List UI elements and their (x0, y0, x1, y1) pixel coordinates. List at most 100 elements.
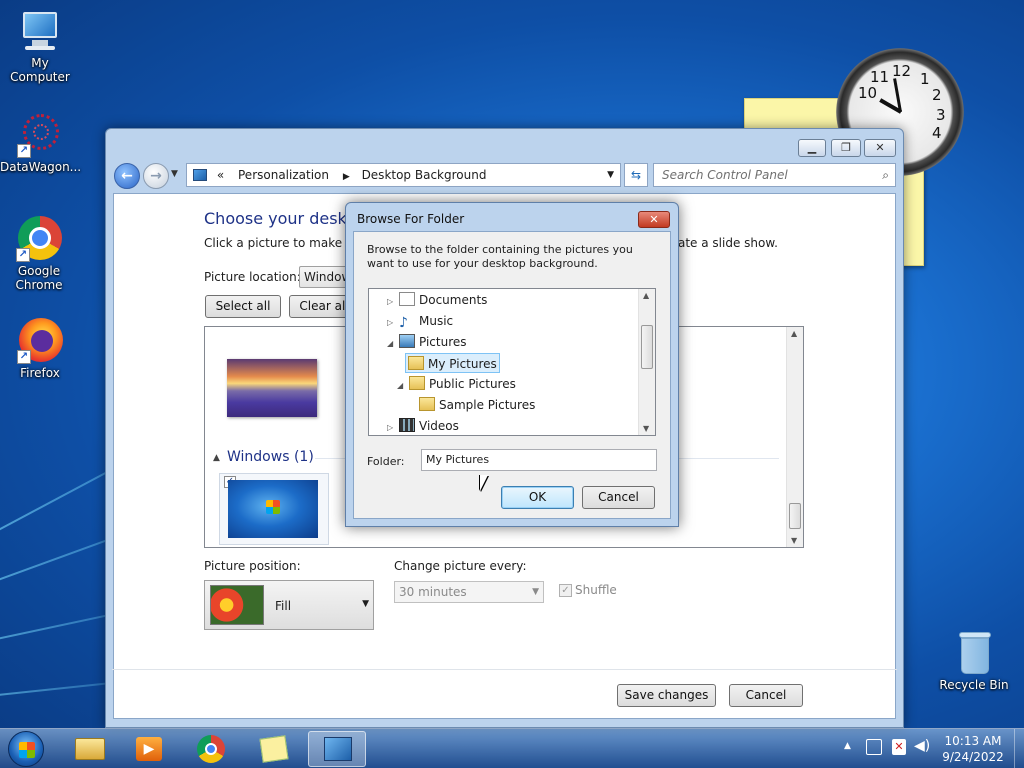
taskbar-chrome[interactable] (182, 731, 240, 767)
videos-icon (399, 418, 415, 432)
volume-icon[interactable]: ◀) (914, 738, 930, 754)
taskbar-sticky-notes[interactable] (245, 731, 303, 767)
desktop-icon-firefox[interactable]: ↗ Firefox (0, 318, 80, 380)
tree-item-sample-pictures[interactable]: Sample Pictures (419, 395, 535, 415)
collapse-arrow-icon[interactable]: ◢ (397, 376, 409, 396)
folder-icon (75, 738, 105, 760)
wallpaper-tile-windows[interactable]: ✓ (219, 473, 329, 545)
breadcrumb-personalization[interactable]: Personalization (238, 168, 329, 182)
desktop-icon-label: DataWagon... (0, 160, 82, 174)
gallery-scrollbar[interactable]: ▲ ▼ (786, 327, 803, 547)
save-changes-button[interactable]: Save changes (617, 684, 716, 707)
desktop-icon-recycle-bin[interactable]: Recycle Bin (934, 630, 1014, 692)
dialog-close-button[interactable]: ✕ (638, 211, 670, 228)
firefox-icon: ↗ (17, 318, 63, 364)
search-input[interactable]: Search Control Panel ⌕ (653, 163, 896, 187)
action-center-warning-icon[interactable]: ✕ (892, 739, 906, 755)
tree-item-label: Public Pictures (429, 377, 516, 391)
search-icon[interactable]: ⌕ (882, 164, 889, 186)
desktop-icon-label: Google Chrome (15, 264, 63, 292)
clock-number: 4 (932, 124, 942, 142)
recycle-bin-icon (951, 630, 997, 676)
folder-icon (419, 397, 435, 411)
tree-item-documents[interactable]: ▷ Documents (387, 290, 487, 310)
breadcrumb-desktop-background[interactable]: Desktop Background (362, 168, 487, 182)
collapse-arrow-icon[interactable]: ◢ (387, 334, 399, 354)
tree-item-my-pictures[interactable]: My Pictures (405, 353, 500, 373)
start-button[interactable] (8, 731, 44, 767)
folder-input[interactable]: My Pictures (421, 449, 657, 471)
dialog-cancel-button[interactable]: Cancel (582, 486, 655, 509)
recent-pages-chevron-icon[interactable]: ▼ (171, 169, 178, 179)
network-icon[interactable] (866, 739, 882, 755)
tree-item-videos[interactable]: ▷ Videos (387, 416, 459, 435)
folder-icon (409, 376, 425, 390)
show-desktop-button[interactable] (1014, 729, 1024, 768)
maximize-button[interactable]: ❐ (831, 139, 861, 157)
taskbar-control-panel[interactable] (308, 731, 366, 767)
ok-button[interactable]: OK (501, 486, 574, 509)
page-subtext-end: ate a slide show. (678, 236, 778, 250)
datawagon-icon: ↗ (17, 112, 63, 158)
back-arrow-icon[interactable]: ← (114, 163, 140, 189)
refresh-icon[interactable]: ⇆ (624, 163, 648, 187)
minimize-button[interactable]: ▁ (798, 139, 826, 157)
folder-tree[interactable]: ▷ Documents ▷ ♪ Music ◢ Pictures My Pictures… (368, 288, 656, 436)
tray-date: 9/24/2022 (942, 750, 1004, 764)
desktop-icon-chrome[interactable]: ↗ Google Chrome (0, 216, 78, 292)
scroll-up-arrow-icon[interactable]: ▲ (643, 291, 649, 300)
shuffle-label: Shuffle (575, 583, 617, 597)
desktop-icon-datawagon[interactable]: ↗ DataWagon... (0, 112, 82, 174)
cancel-button[interactable]: Cancel (729, 684, 803, 707)
expand-arrow-icon[interactable]: ▷ (387, 292, 399, 312)
expand-arrow-icon[interactable]: ▷ (387, 313, 399, 333)
page-subtext: Click a picture to make it y (204, 236, 365, 250)
clock-number: 11 (870, 68, 890, 86)
tree-item-public-pictures[interactable]: ◢ Public Pictures (397, 374, 516, 394)
tray-clock[interactable]: 10:13 AM 9/24/2022 (936, 733, 1010, 765)
wallpaper-thumbnail-lupines[interactable] (227, 359, 317, 417)
address-bar[interactable]: « Personalization ▶ Desktop Background ▼ (186, 163, 621, 187)
chrome-icon (197, 735, 225, 763)
sticky-notes-icon (259, 735, 289, 763)
gallery-scroll-thumb[interactable] (789, 503, 801, 529)
taskbar-media-player[interactable]: ▶ (120, 731, 178, 767)
collapse-group-icon[interactable]: ▲ (213, 453, 220, 463)
control-panel-icon (324, 737, 352, 761)
shortcut-arrow-icon: ↗ (16, 248, 30, 262)
clock-number: 3 (936, 106, 946, 124)
folder-input-value: My Pictures (426, 453, 490, 466)
change-picture-dropdown: 30 minutes ▼ (394, 581, 544, 603)
forward-arrow-icon[interactable]: → (143, 163, 169, 189)
folder-icon (408, 356, 424, 370)
show-hidden-icons-icon[interactable]: ▲ (844, 741, 851, 751)
address-dropdown-icon[interactable]: ▼ (607, 164, 614, 186)
close-button[interactable]: ✕ (864, 139, 896, 157)
tree-item-music[interactable]: ▷ ♪ Music (387, 311, 453, 331)
desktop-icon-my-computer[interactable]: My Computer (0, 8, 80, 84)
address-prefix: « (216, 168, 225, 182)
select-all-button[interactable]: Select all (205, 295, 281, 318)
tree-item-pictures[interactable]: ◢ Pictures (387, 332, 467, 352)
expand-arrow-icon[interactable]: ▷ (387, 418, 399, 435)
windows-logo-icon (19, 742, 35, 758)
pictures-icon (399, 334, 415, 348)
taskbar: ▶ ▲ ✕ ◀) 10:13 AM 9/24/2022 (0, 728, 1024, 768)
scroll-down-arrow-icon[interactable]: ▼ (643, 424, 649, 433)
tree-scroll-thumb[interactable] (641, 325, 653, 369)
clock-number: 10 (858, 84, 878, 102)
picture-position-dropdown[interactable]: Fill ▼ (204, 580, 374, 630)
group-header-windows[interactable]: Windows (1) (227, 449, 314, 465)
clock-number: 1 (920, 70, 930, 88)
dialog-title: Browse For Folder (357, 212, 465, 226)
documents-icon (399, 292, 415, 306)
scroll-up-arrow-icon[interactable]: ▲ (791, 329, 797, 338)
dropdown-chevron-icon: ▼ (362, 599, 369, 609)
tree-item-label: My Pictures (428, 357, 497, 371)
scroll-down-arrow-icon[interactable]: ▼ (791, 536, 797, 545)
picture-position-label: Picture position: (204, 559, 301, 573)
desktop-icon-label: Recycle Bin (939, 678, 1009, 692)
folder-label: Folder: (367, 455, 405, 468)
tree-scrollbar[interactable]: ▲ ▼ (638, 289, 655, 435)
taskbar-explorer[interactable] (60, 731, 118, 767)
